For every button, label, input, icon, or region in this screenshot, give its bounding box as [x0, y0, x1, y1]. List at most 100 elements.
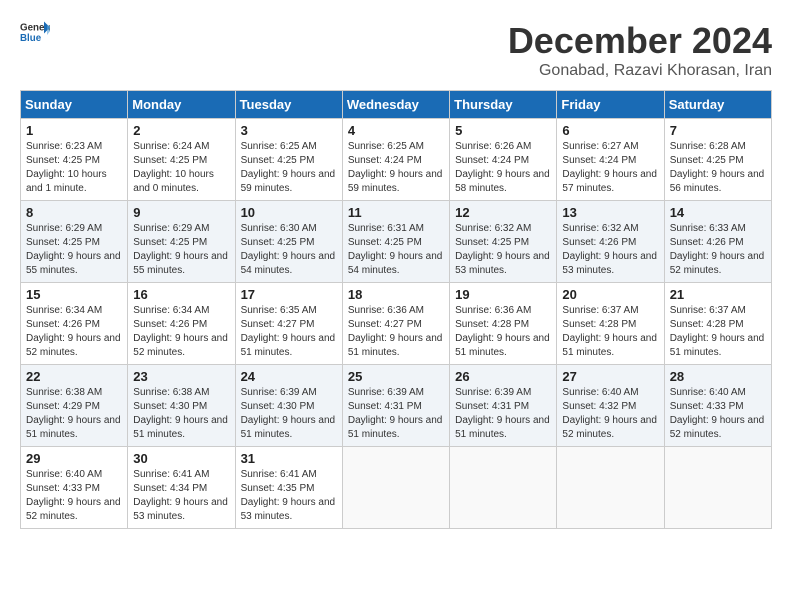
day-info: Sunrise: 6:39 AM Sunset: 4:31 PM Dayligh…	[455, 386, 551, 442]
calendar-cell: 16 Sunrise: 6:34 AM Sunset: 4:26 PM Dayl…	[128, 283, 235, 365]
calendar-cell: 3 Sunrise: 6:25 AM Sunset: 4:25 PM Dayli…	[235, 119, 342, 201]
calendar-cell: 6 Sunrise: 6:27 AM Sunset: 4:24 PM Dayli…	[557, 119, 664, 201]
calendar-cell: 9 Sunrise: 6:29 AM Sunset: 4:25 PM Dayli…	[128, 201, 235, 283]
calendar-cell: 25 Sunrise: 6:39 AM Sunset: 4:31 PM Dayl…	[342, 365, 449, 447]
day-info: Sunrise: 6:41 AM Sunset: 4:34 PM Dayligh…	[133, 468, 229, 524]
day-number: 1	[26, 123, 122, 138]
calendar-cell: 28 Sunrise: 6:40 AM Sunset: 4:33 PM Dayl…	[664, 365, 771, 447]
day-number: 4	[348, 123, 444, 138]
calendar-cell: 4 Sunrise: 6:25 AM Sunset: 4:24 PM Dayli…	[342, 119, 449, 201]
svg-text:Blue: Blue	[20, 33, 42, 44]
calendar-cell: 1 Sunrise: 6:23 AM Sunset: 4:25 PM Dayli…	[21, 119, 128, 201]
weekday-header: Wednesday	[342, 91, 449, 119]
day-info: Sunrise: 6:34 AM Sunset: 4:26 PM Dayligh…	[26, 304, 122, 360]
day-number: 23	[133, 369, 229, 384]
calendar-cell: 30 Sunrise: 6:41 AM Sunset: 4:34 PM Dayl…	[128, 447, 235, 529]
weekday-header: Tuesday	[235, 91, 342, 119]
day-info: Sunrise: 6:27 AM Sunset: 4:24 PM Dayligh…	[562, 140, 658, 196]
calendar-cell: 21 Sunrise: 6:37 AM Sunset: 4:28 PM Dayl…	[664, 283, 771, 365]
weekday-header: Sunday	[21, 91, 128, 119]
day-number: 18	[348, 287, 444, 302]
weekday-header: Saturday	[664, 91, 771, 119]
day-number: 13	[562, 205, 658, 220]
calendar-cell: 27 Sunrise: 6:40 AM Sunset: 4:32 PM Dayl…	[557, 365, 664, 447]
day-info: Sunrise: 6:29 AM Sunset: 4:25 PM Dayligh…	[133, 222, 229, 278]
day-info: Sunrise: 6:30 AM Sunset: 4:25 PM Dayligh…	[241, 222, 337, 278]
calendar-cell: 31 Sunrise: 6:41 AM Sunset: 4:35 PM Dayl…	[235, 447, 342, 529]
day-number: 27	[562, 369, 658, 384]
day-number: 15	[26, 287, 122, 302]
day-number: 5	[455, 123, 551, 138]
day-number: 31	[241, 451, 337, 466]
weekday-header: Monday	[128, 91, 235, 119]
day-info: Sunrise: 6:23 AM Sunset: 4:25 PM Dayligh…	[26, 140, 122, 196]
day-number: 19	[455, 287, 551, 302]
day-info: Sunrise: 6:32 AM Sunset: 4:25 PM Dayligh…	[455, 222, 551, 278]
calendar-week-row: 29 Sunrise: 6:40 AM Sunset: 4:33 PM Dayl…	[21, 447, 772, 529]
day-info: Sunrise: 6:38 AM Sunset: 4:30 PM Dayligh…	[133, 386, 229, 442]
calendar-cell	[557, 447, 664, 529]
day-info: Sunrise: 6:36 AM Sunset: 4:28 PM Dayligh…	[455, 304, 551, 360]
day-number: 17	[241, 287, 337, 302]
calendar-cell: 24 Sunrise: 6:39 AM Sunset: 4:30 PM Dayl…	[235, 365, 342, 447]
calendar-cell: 22 Sunrise: 6:38 AM Sunset: 4:29 PM Dayl…	[21, 365, 128, 447]
calendar-cell: 19 Sunrise: 6:36 AM Sunset: 4:28 PM Dayl…	[450, 283, 557, 365]
day-info: Sunrise: 6:31 AM Sunset: 4:25 PM Dayligh…	[348, 222, 444, 278]
location-title: Gonabad, Razavi Khorasan, Iran	[508, 62, 772, 80]
day-info: Sunrise: 6:41 AM Sunset: 4:35 PM Dayligh…	[241, 468, 337, 524]
day-number: 29	[26, 451, 122, 466]
day-info: Sunrise: 6:40 AM Sunset: 4:32 PM Dayligh…	[562, 386, 658, 442]
weekday-header: Thursday	[450, 91, 557, 119]
calendar-cell: 12 Sunrise: 6:32 AM Sunset: 4:25 PM Dayl…	[450, 201, 557, 283]
calendar-cell	[664, 447, 771, 529]
calendar-cell: 13 Sunrise: 6:32 AM Sunset: 4:26 PM Dayl…	[557, 201, 664, 283]
day-number: 24	[241, 369, 337, 384]
calendar-table: SundayMondayTuesdayWednesdayThursdayFrid…	[20, 90, 772, 529]
calendar-cell: 2 Sunrise: 6:24 AM Sunset: 4:25 PM Dayli…	[128, 119, 235, 201]
calendar-cell: 7 Sunrise: 6:28 AM Sunset: 4:25 PM Dayli…	[664, 119, 771, 201]
calendar-cell: 8 Sunrise: 6:29 AM Sunset: 4:25 PM Dayli…	[21, 201, 128, 283]
calendar-week-row: 15 Sunrise: 6:34 AM Sunset: 4:26 PM Dayl…	[21, 283, 772, 365]
calendar-cell: 14 Sunrise: 6:33 AM Sunset: 4:26 PM Dayl…	[664, 201, 771, 283]
day-number: 6	[562, 123, 658, 138]
title-block: December 2024 Gonabad, Razavi Khorasan, …	[508, 20, 772, 80]
calendar-cell: 29 Sunrise: 6:40 AM Sunset: 4:33 PM Dayl…	[21, 447, 128, 529]
weekday-header: Friday	[557, 91, 664, 119]
day-number: 14	[670, 205, 766, 220]
day-number: 8	[26, 205, 122, 220]
day-info: Sunrise: 6:39 AM Sunset: 4:30 PM Dayligh…	[241, 386, 337, 442]
logo: General Blue	[20, 20, 50, 44]
day-info: Sunrise: 6:35 AM Sunset: 4:27 PM Dayligh…	[241, 304, 337, 360]
calendar-cell: 18 Sunrise: 6:36 AM Sunset: 4:27 PM Dayl…	[342, 283, 449, 365]
calendar-cell: 20 Sunrise: 6:37 AM Sunset: 4:28 PM Dayl…	[557, 283, 664, 365]
day-info: Sunrise: 6:25 AM Sunset: 4:24 PM Dayligh…	[348, 140, 444, 196]
month-title: December 2024	[508, 20, 772, 62]
day-number: 30	[133, 451, 229, 466]
day-number: 22	[26, 369, 122, 384]
day-number: 28	[670, 369, 766, 384]
day-number: 26	[455, 369, 551, 384]
day-info: Sunrise: 6:32 AM Sunset: 4:26 PM Dayligh…	[562, 222, 658, 278]
calendar-cell: 10 Sunrise: 6:30 AM Sunset: 4:25 PM Dayl…	[235, 201, 342, 283]
day-info: Sunrise: 6:25 AM Sunset: 4:25 PM Dayligh…	[241, 140, 337, 196]
day-info: Sunrise: 6:37 AM Sunset: 4:28 PM Dayligh…	[562, 304, 658, 360]
day-number: 2	[133, 123, 229, 138]
calendar-cell	[450, 447, 557, 529]
day-info: Sunrise: 6:39 AM Sunset: 4:31 PM Dayligh…	[348, 386, 444, 442]
calendar-cell: 11 Sunrise: 6:31 AM Sunset: 4:25 PM Dayl…	[342, 201, 449, 283]
calendar-week-row: 1 Sunrise: 6:23 AM Sunset: 4:25 PM Dayli…	[21, 119, 772, 201]
calendar-cell: 26 Sunrise: 6:39 AM Sunset: 4:31 PM Dayl…	[450, 365, 557, 447]
day-info: Sunrise: 6:38 AM Sunset: 4:29 PM Dayligh…	[26, 386, 122, 442]
day-number: 25	[348, 369, 444, 384]
day-number: 3	[241, 123, 337, 138]
day-number: 9	[133, 205, 229, 220]
day-number: 20	[562, 287, 658, 302]
day-info: Sunrise: 6:34 AM Sunset: 4:26 PM Dayligh…	[133, 304, 229, 360]
day-number: 12	[455, 205, 551, 220]
day-number: 10	[241, 205, 337, 220]
day-info: Sunrise: 6:26 AM Sunset: 4:24 PM Dayligh…	[455, 140, 551, 196]
day-number: 16	[133, 287, 229, 302]
page-header: General Blue December 2024 Gonabad, Raza…	[20, 20, 772, 80]
logo-icon: General Blue	[20, 20, 50, 44]
day-info: Sunrise: 6:33 AM Sunset: 4:26 PM Dayligh…	[670, 222, 766, 278]
